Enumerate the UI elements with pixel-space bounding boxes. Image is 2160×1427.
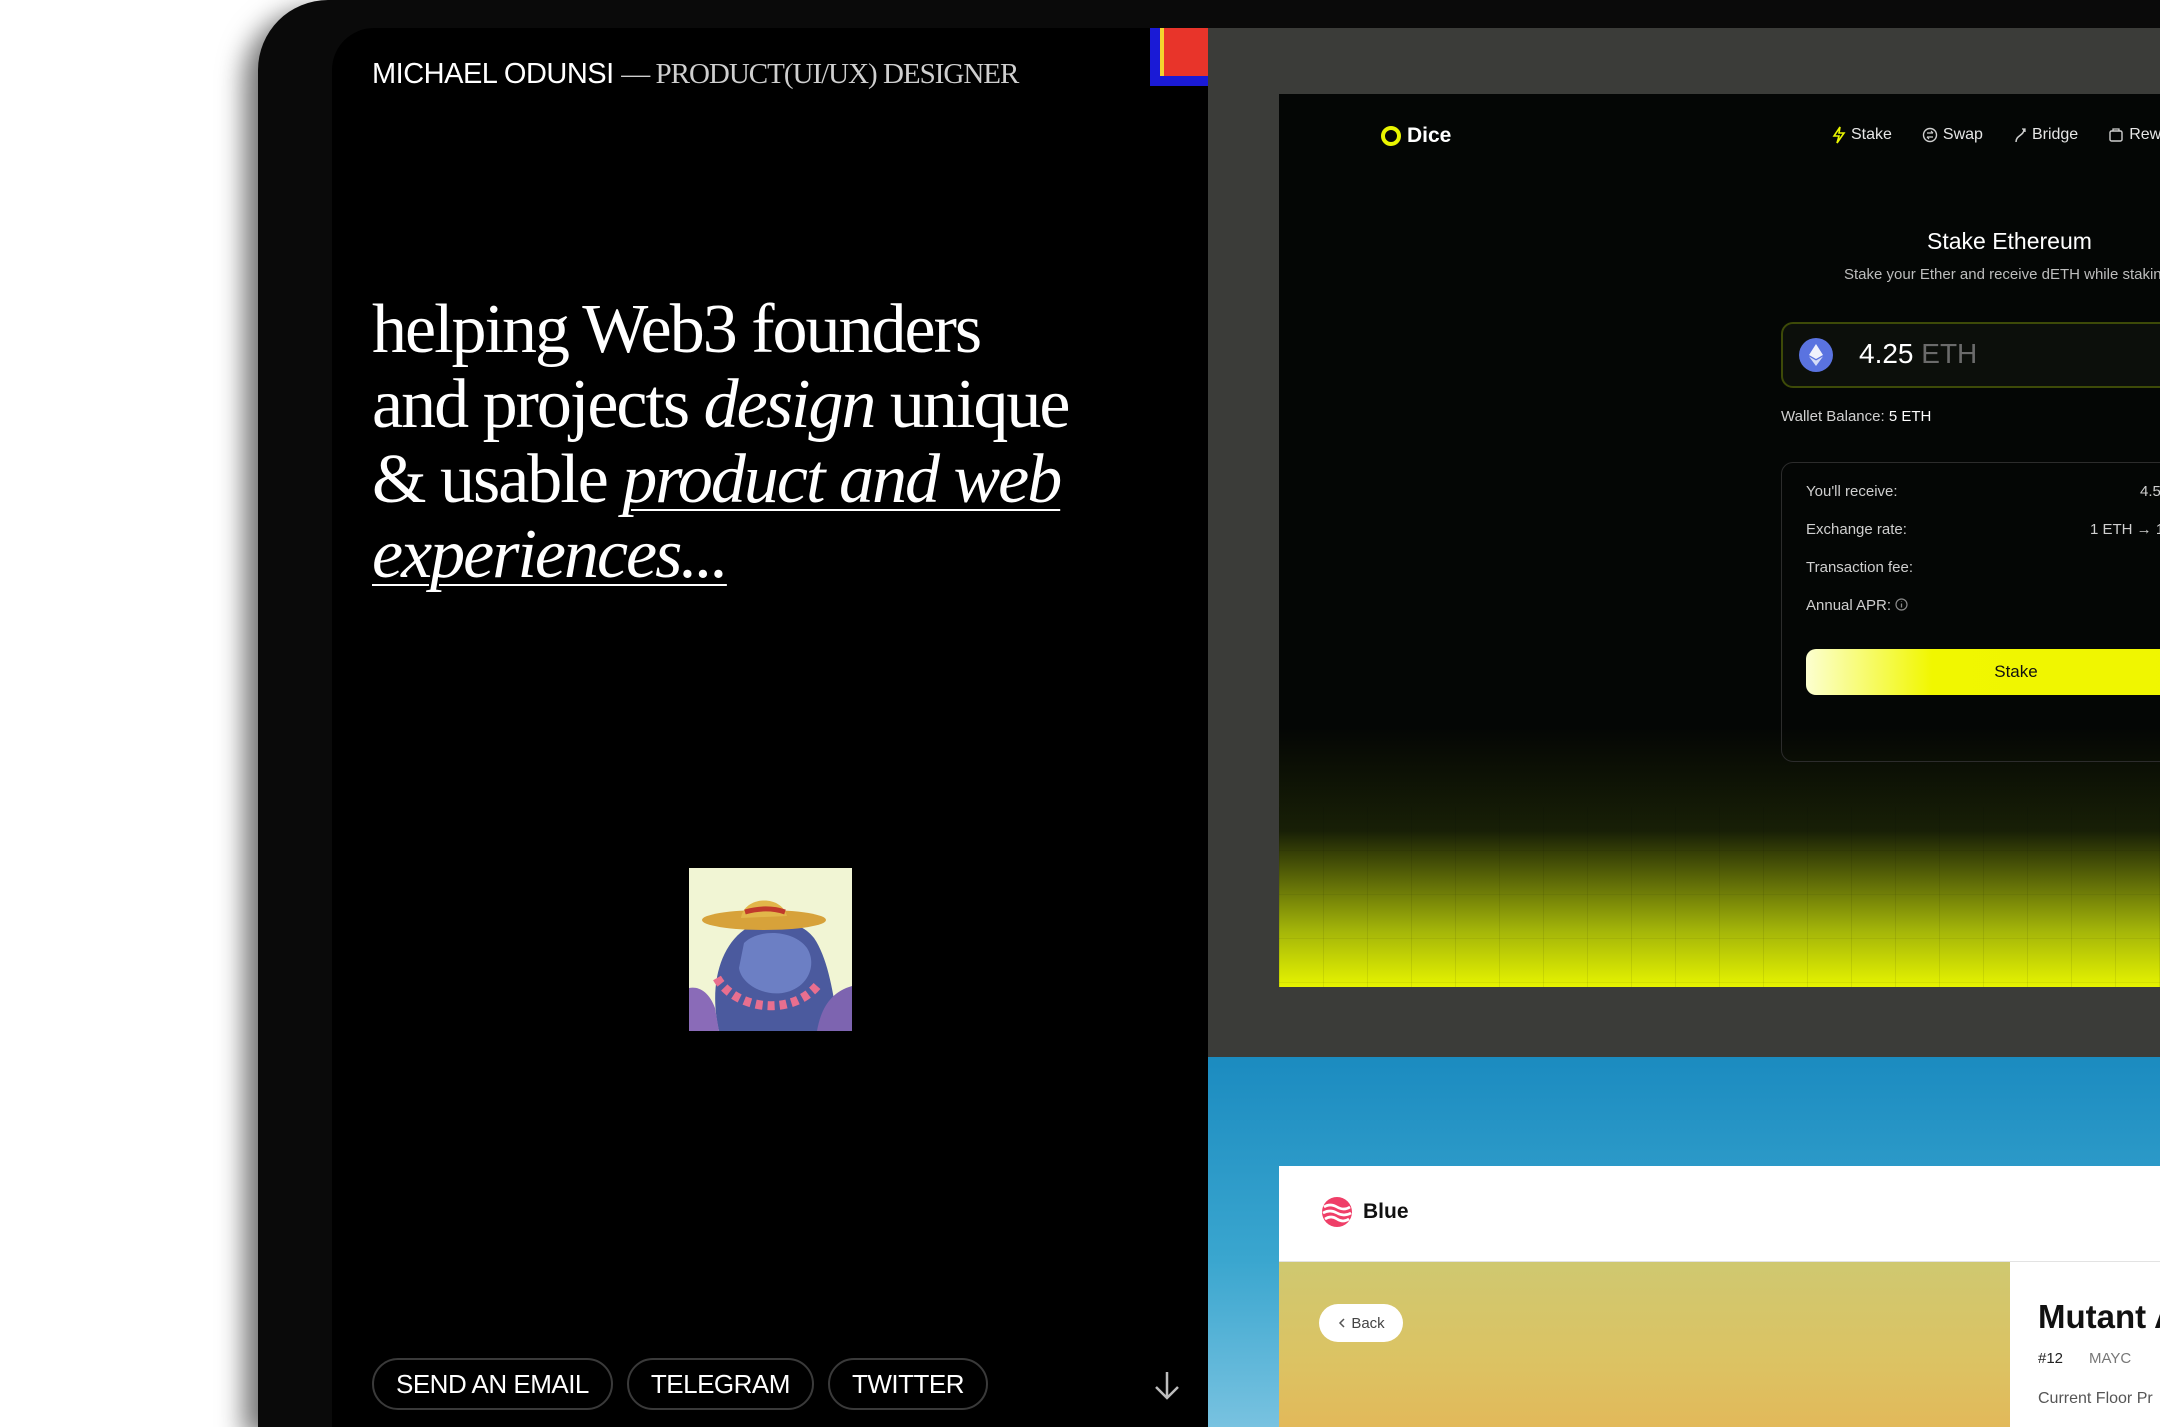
social-links: SEND AN EMAIL TELEGRAM TWITTER <box>372 1358 988 1410</box>
nft-meta: #12 MAYC <box>2038 1350 2131 1367</box>
blue-waves-icon <box>1322 1197 1352 1227</box>
nav-item-rewards[interactable]: Rew <box>2108 126 2160 144</box>
dice-grid-overlay <box>1279 807 2160 987</box>
rewards-icon <box>2109 128 2123 142</box>
blue-header: Blue <box>1279 1166 2160 1262</box>
wallet-value: 5 ETH <box>1888 408 1932 425</box>
dice-logo-text: Dice <box>1407 124 1452 147</box>
dice-project-preview[interactable]: Dice Stake Swap Bridge Rew Stake Ethereu… <box>1279 94 2160 987</box>
arrow-down-icon[interactable] <box>1152 1368 1182 1404</box>
hero-tagline: helping Web3 founders and projects desig… <box>372 292 1072 592</box>
bridge-icon <box>2015 128 2026 143</box>
portfolio-panel: MICHAEL ODUNSI — PRODUCT(UI/UX) DESIGNER… <box>332 28 1208 1427</box>
showcase-panel: Dice Stake Swap Bridge Rew Stake Ethereu… <box>1208 28 2160 1427</box>
receive-label: You'll receive: <box>1806 483 1898 500</box>
nft-collection[interactable]: MAYC <box>2089 1350 2131 1367</box>
rate-value: 1 ETH → 1 <box>2090 521 2160 538</box>
designer-name[interactable]: MICHAEL ODUNSI <box>372 58 614 90</box>
nav-item-bridge[interactable]: Bridge <box>2013 126 2078 144</box>
fee-label: Transaction fee: <box>1806 559 1913 576</box>
nav-label: Swap <box>1942 126 1983 143</box>
back-label: Back <box>1351 1314 1385 1332</box>
apr-row: Annual APR: <box>1806 597 1908 614</box>
stake-amount-input[interactable]: 4.25 ETH <box>1781 322 2160 388</box>
stake-title: Stake Ethereum <box>1927 228 2092 254</box>
twitter-button[interactable]: TWITTER <box>827 1358 988 1410</box>
nft-image-area: Back <box>1279 1262 2010 1427</box>
dice-logo[interactable]: Dice <box>1381 124 1451 148</box>
nft-floor-price-label: Current Floor Pr <box>2038 1390 2153 1407</box>
nav-item-swap[interactable]: Swap <box>1922 126 1983 144</box>
stake-subtitle: Stake your Ether and receive dETH while … <box>1844 266 2160 283</box>
chevron-left-icon <box>1339 1318 1345 1328</box>
blue-logo-text: Blue <box>1363 1200 1409 1223</box>
receive-value: 4.5 <box>2140 483 2160 500</box>
stake-button[interactable]: Stake <box>1806 649 2160 695</box>
apr-label: Annual APR: <box>1806 597 1892 614</box>
tagline-emphasis-design: design <box>703 366 877 443</box>
telegram-button[interactable]: TELEGRAM <box>626 1358 814 1410</box>
corner-artwork <box>1150 28 1208 86</box>
info-icon[interactable] <box>1895 598 1908 611</box>
blue-project-preview[interactable]: Blue Back Mutant A #12 MAYC Current Floo… <box>1279 1166 2160 1427</box>
blue-logo[interactable]: Blue <box>1319 1196 1409 1228</box>
amount-unit: ETH <box>1921 338 1978 369</box>
swap-icon <box>1922 127 1938 143</box>
avatar-illustration <box>689 868 852 1031</box>
wallet-label: Wallet Balance: <box>1781 408 1885 425</box>
send-email-button[interactable]: SEND AN EMAIL <box>372 1358 613 1410</box>
nav-label: Stake <box>1851 126 1892 143</box>
stake-amount-value: 4.25 ETH <box>1859 338 1977 370</box>
nft-title: Mutant A <box>2038 1298 2160 1335</box>
bolt-icon <box>1832 126 1846 144</box>
back-button[interactable]: Back <box>1319 1304 1403 1342</box>
avatar <box>689 868 852 1031</box>
stake-summary-box: You'll receive: 4.5 Exchange rate: 1 ETH… <box>1781 462 2160 762</box>
nav-item-stake[interactable]: Stake <box>1832 126 1892 144</box>
nav-label: Rew <box>2129 126 2160 143</box>
site-header: MICHAEL ODUNSI — PRODUCT(UI/UX) DESIGNER <box>372 58 1019 91</box>
dice-nav: Stake Swap Bridge Rew <box>1832 126 2160 144</box>
dice-ring-icon <box>1381 126 1401 146</box>
ethereum-icon <box>1799 338 1833 372</box>
nav-label: Bridge <box>2031 126 2079 143</box>
amount-number: 4.25 <box>1859 338 1914 369</box>
nft-token-id: #12 <box>2038 1350 2064 1367</box>
rate-label: Exchange rate: <box>1806 521 1907 538</box>
wallet-balance: Wallet Balance: 5 ETH <box>1781 408 1931 425</box>
designer-role: — PRODUCT(UI/UX) DESIGNER <box>621 58 1019 90</box>
